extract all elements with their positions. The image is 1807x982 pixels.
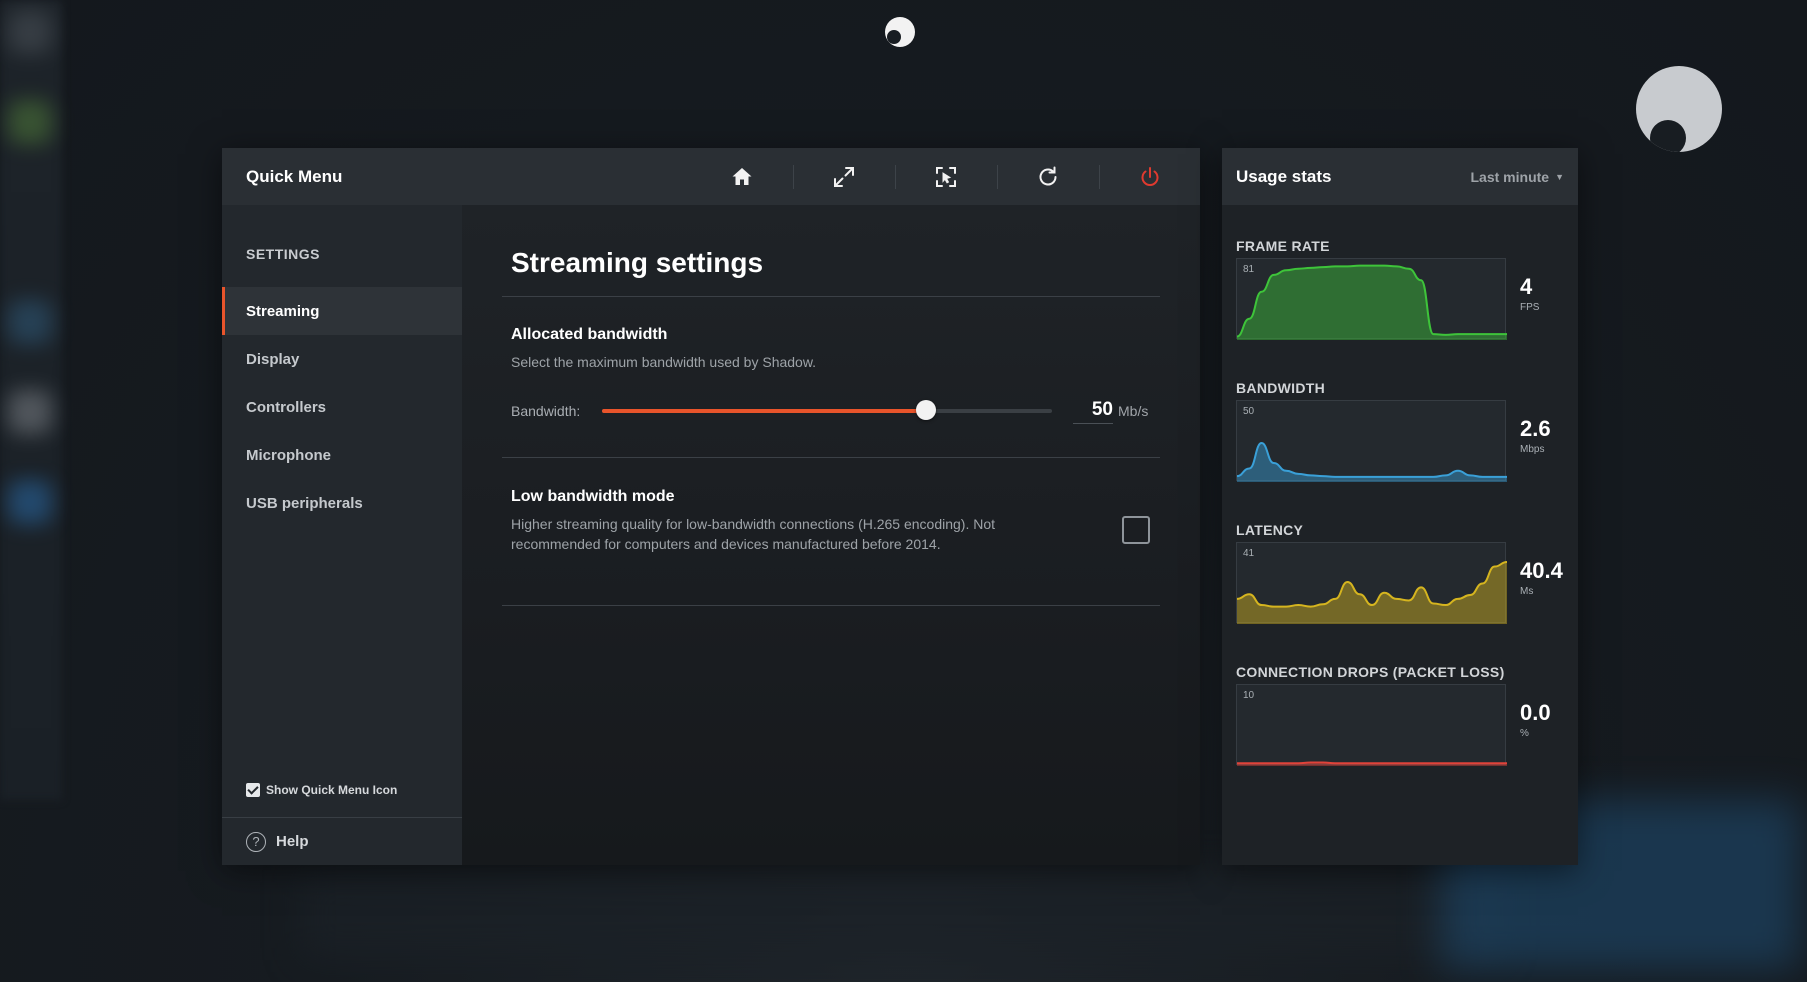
- refresh-icon: [1039, 166, 1057, 185]
- stat-value: 4: [1520, 274, 1533, 299]
- stat-chart: 81: [1236, 258, 1507, 340]
- bandwidth-unit: Mb/s: [1118, 403, 1149, 419]
- quick-menu-panel: Quick Menu SETTINGS Streaming Display Co…: [222, 148, 1200, 865]
- bandwidth-description: Select the maximum bandwidth used by Sha…: [511, 354, 817, 370]
- quick-menu-body: SETTINGS Streaming Display Controllers M…: [222, 205, 1200, 865]
- stat-unit: Ms: [1520, 586, 1534, 597]
- stat-label: CONNECTION DROPS (PACKET LOSS): [1236, 664, 1505, 680]
- stat-latency: LATENCY 41 40.4 Ms: [1236, 522, 1571, 624]
- bandwidth-setting: Allocated bandwidth Select the maximum b…: [502, 297, 1160, 457]
- stat-graph: [1237, 761, 1507, 766]
- quick-menu-title: Quick Menu: [246, 166, 343, 186]
- fullscreen-button[interactable]: [793, 148, 895, 205]
- low-bandwidth-checkbox[interactable]: [1122, 516, 1150, 544]
- refresh-button[interactable]: [997, 148, 1099, 205]
- quick-menu-header: Quick Menu: [222, 148, 1200, 205]
- home-icon: [732, 167, 752, 185]
- stat-value: 2.6: [1520, 416, 1551, 441]
- settings-sidebar: SETTINGS Streaming Display Controllers M…: [222, 205, 462, 865]
- stat-value: 0.0: [1520, 700, 1551, 725]
- sidebar-item-display[interactable]: Display: [222, 335, 462, 383]
- usage-stats-title: Usage stats: [1236, 166, 1332, 186]
- home-button[interactable]: [691, 148, 793, 205]
- stat-unit: Mbps: [1520, 444, 1545, 455]
- low-bandwidth-title: Low bandwidth mode: [511, 488, 675, 505]
- time-range-dropdown[interactable]: Last minute ▼: [1471, 169, 1565, 185]
- quick-menu-toolbar: [691, 148, 1201, 205]
- mouse-capture-icon: [936, 166, 956, 187]
- stat-chart: 41: [1236, 542, 1507, 624]
- stat-chart: 10: [1236, 684, 1507, 766]
- shadow-logo-icon: [885, 17, 915, 47]
- show-quick-menu-icon-label: Show Quick Menu Icon: [266, 783, 398, 797]
- mouse-capture-button[interactable]: [895, 148, 997, 205]
- background-app-icon: [8, 300, 52, 344]
- background-blur: [300, 870, 1500, 960]
- bandwidth-slider-handle[interactable]: [916, 400, 936, 420]
- help-label: Help: [276, 833, 309, 850]
- stat-frame-rate: FRAME RATE 81 4 FPS: [1236, 238, 1571, 340]
- stat-graph: [1237, 560, 1507, 624]
- stat-packet-loss: CONNECTION DROPS (PACKET LOSS) 10 0.0 %: [1236, 664, 1571, 766]
- stat-bandwidth: BANDWIDTH 50 2.6 Mbps: [1236, 380, 1571, 482]
- stat-graph: [1237, 264, 1507, 340]
- divider: [502, 605, 1160, 606]
- help-button[interactable]: ? Help: [222, 817, 462, 865]
- stat-label: BANDWIDTH: [1236, 380, 1326, 396]
- background-app-icon: [8, 480, 52, 524]
- stat-label: FRAME RATE: [1236, 238, 1330, 254]
- page-title: Streaming settings: [511, 247, 764, 278]
- sidebar-item-microphone[interactable]: Microphone: [222, 431, 462, 479]
- sidebar-item-usb-peripherals[interactable]: USB peripherals: [222, 479, 462, 527]
- time-range-value: Last minute: [1470, 168, 1550, 185]
- bandwidth-slider[interactable]: [602, 400, 1052, 420]
- stat-graph: [1237, 442, 1507, 482]
- show-quick-menu-icon-checkbox[interactable]: [246, 783, 260, 797]
- bandwidth-slider-row: Bandwidth: 50 Mb/s: [511, 396, 1151, 426]
- sidebar-section-title: SETTINGS: [246, 246, 321, 262]
- background-app-icon: [8, 100, 52, 144]
- stat-graph-area: [1237, 265, 1507, 340]
- stat-chart: 50: [1236, 400, 1507, 482]
- stat-unit: FPS: [1520, 302, 1540, 313]
- usage-stats-header: Usage stats Last minute ▼: [1222, 148, 1578, 205]
- low-bandwidth-setting: Low bandwidth mode Higher streaming qual…: [502, 458, 1160, 605]
- background-app-icon: [8, 390, 52, 434]
- sidebar-item-streaming[interactable]: Streaming: [222, 287, 462, 335]
- stat-max: 50: [1243, 406, 1255, 417]
- bandwidth-slider-fill: [602, 409, 926, 413]
- bandwidth-slider-label: Bandwidth:: [511, 403, 581, 419]
- low-bandwidth-description: Higher streaming quality for low-bandwid…: [511, 516, 996, 552]
- power-button[interactable]: [1099, 148, 1201, 205]
- stat-graph-area: [1237, 561, 1507, 624]
- fullscreen-icon: [834, 166, 854, 187]
- bandwidth-title: Allocated bandwidth: [511, 326, 668, 343]
- stat-unit: %: [1520, 728, 1529, 739]
- user-avatar[interactable]: [1636, 66, 1722, 152]
- usage-stats-panel: Usage stats Last minute ▼ FRAME RATE 81 …: [1222, 148, 1578, 865]
- sidebar-item-controllers[interactable]: Controllers: [222, 383, 462, 431]
- stat-value: 40.4: [1520, 558, 1563, 583]
- bandwidth-value-input[interactable]: 50: [1073, 399, 1113, 424]
- stat-graph-line: [1237, 761, 1507, 765]
- chevron-down-icon: ▼: [1555, 171, 1564, 182]
- help-icon: ?: [246, 831, 266, 852]
- stat-max: 81: [1243, 264, 1255, 275]
- stat-max: 41: [1243, 548, 1255, 559]
- stat-max: 10: [1243, 690, 1255, 701]
- stat-label: LATENCY: [1236, 522, 1304, 538]
- show-quick-menu-icon-toggle[interactable]: Show Quick Menu Icon: [246, 783, 397, 797]
- power-icon: [1141, 166, 1159, 186]
- settings-content: Streaming settings Allocated bandwidth S…: [462, 205, 1200, 865]
- background-app-icon: [8, 10, 52, 54]
